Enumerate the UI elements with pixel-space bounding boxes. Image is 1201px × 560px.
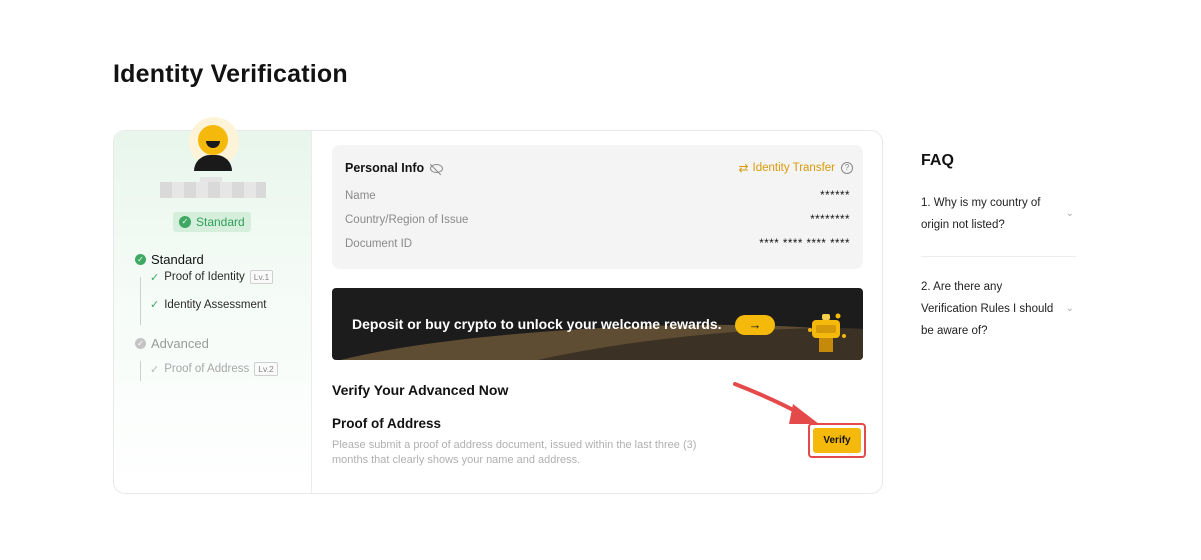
avatar-head	[198, 125, 228, 155]
level-standard-label: Standard	[151, 252, 204, 267]
username-blurred	[160, 182, 266, 198]
status-badge: ✓ Standard	[173, 212, 251, 232]
proof-of-address-title: Proof of Address	[332, 416, 442, 431]
faq-item[interactable]: 1. Why is my country of origin not liste…	[921, 192, 1076, 236]
verify-button[interactable]: Verify	[813, 428, 861, 453]
check-icon: ✓	[150, 271, 160, 284]
identity-transfer-link[interactable]: ⇄ Identity Transfer ?	[738, 161, 853, 175]
step-identity-assessment: ✓ Identity Assessment	[150, 298, 267, 312]
info-row-name: Name ******	[345, 190, 850, 202]
welcome-rewards-banner[interactable]: Deposit or buy crypto to unlock your wel…	[332, 288, 863, 360]
proof-of-address-description: Please submit a proof of address documen…	[332, 439, 697, 466]
step-label: Proof of Address	[164, 363, 250, 375]
level-tag: Lv.1	[249, 270, 274, 284]
level-tag: Lv.2	[254, 362, 278, 376]
check-circle-icon: ✓	[135, 254, 146, 265]
check-icon: ✓	[150, 299, 160, 311]
info-row-country: Country/Region of Issue ********	[345, 214, 850, 226]
help-icon[interactable]: ?	[841, 162, 853, 174]
step-proof-of-address: ✓ Proof of Address Lv.2	[150, 362, 278, 376]
advanced-steps: ✓ Proof of Address Lv.2	[140, 361, 278, 381]
level-advanced-label: Advanced	[151, 336, 209, 351]
faq-question: 1. Why is my country of origin not liste…	[921, 197, 1041, 231]
personal-info-title: Personal Info	[345, 161, 425, 175]
check-icon: ✓	[150, 363, 160, 376]
standard-steps: ✓ Proof of Identity Lv.1 ✓ Identity Asse…	[140, 270, 274, 325]
chevron-down-icon: ⌄	[1065, 303, 1074, 314]
transfer-icon: ⇄	[738, 161, 749, 175]
verification-content: Personal Info ⇄ Identity Transfer ? Name…	[332, 145, 863, 466]
faq-item[interactable]: 2. Are there any Verification Rules I sh…	[921, 276, 1076, 342]
verify-heading: Verify Your Advanced Now	[332, 382, 509, 398]
page-title: Identity Verification	[113, 60, 348, 88]
shield-check-icon: ✓	[179, 216, 191, 228]
identity-transfer-label: Identity Transfer	[752, 162, 835, 174]
level-standard: ✓ Standard	[135, 252, 204, 267]
faq-title: FAQ	[921, 152, 954, 169]
eye-off-icon[interactable]	[430, 163, 444, 173]
verification-sidebar: ✓ Standard ✓ Standard ✓ Proof of Identit…	[114, 117, 312, 493]
step-proof-of-identity: ✓ Proof of Identity Lv.1	[150, 270, 274, 284]
verification-card: ✓ Standard ✓ Standard ✓ Proof of Identit…	[113, 117, 883, 494]
info-row-document-id: Document ID **** **** **** ****	[345, 238, 850, 250]
personal-info-panel: Personal Info ⇄ Identity Transfer ? Name…	[332, 145, 863, 269]
personal-info-header: Personal Info	[345, 161, 444, 175]
check-circle-icon: ✓	[135, 338, 146, 349]
info-label: Document ID	[345, 238, 413, 250]
gift-icon	[808, 313, 846, 352]
info-label: Country/Region of Issue	[345, 214, 469, 226]
arrow-right-icon[interactable]: →	[735, 315, 775, 335]
step-label: Identity Assessment	[164, 298, 267, 311]
banner-text: Deposit or buy crypto to unlock your wel…	[352, 316, 722, 332]
info-value: ********	[810, 214, 850, 226]
faq-panel: FAQ 1. Why is my country of origin not l…	[921, 152, 1076, 337]
level-advanced: ✓ Advanced	[135, 336, 209, 351]
faq-divider	[921, 256, 1076, 257]
info-label: Name	[345, 190, 376, 202]
info-value: ******	[820, 190, 850, 202]
info-value: **** **** **** ****	[759, 238, 850, 250]
chevron-down-icon: ⌄	[1065, 208, 1074, 219]
faq-question: 2. Are there any Verification Rules I sh…	[921, 281, 1054, 337]
status-badge-label: Standard	[196, 215, 245, 229]
step-label: Proof of Identity	[164, 271, 245, 283]
